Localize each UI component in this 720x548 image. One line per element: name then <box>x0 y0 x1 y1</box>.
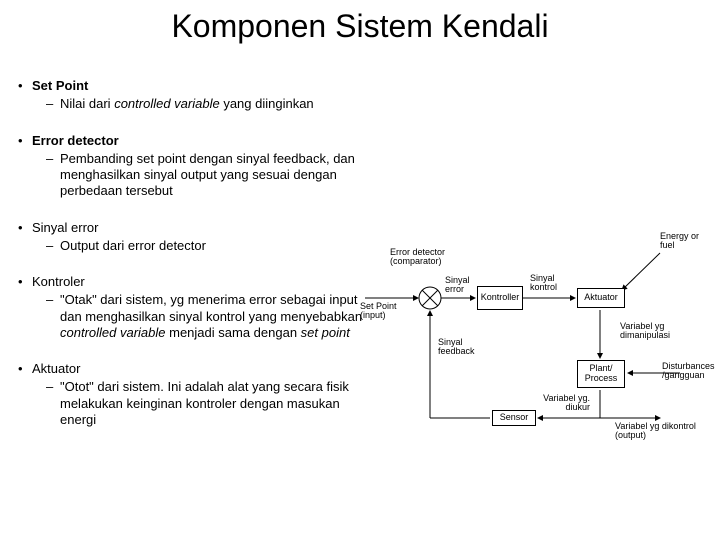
bullet-sinyal-error: • Sinyal error –Output dari error detect… <box>18 220 378 255</box>
box-plant: Plant/ Process <box>577 360 625 388</box>
box-kontroler: Kontroller <box>477 286 523 310</box>
bullet-sub: Pembanding set point dengan sinyal feedb… <box>60 151 378 200</box>
label-var-diukur: Variabel yg. diukur <box>530 394 590 413</box>
bullet-head: Set Point <box>32 78 378 94</box>
control-system-diagram: Error detector (comparator) Set Point (i… <box>360 218 720 448</box>
bullet-kontroler: • Kontroler –"Otak" dari sistem, yg mene… <box>18 274 378 341</box>
label-energy: Energy or fuel <box>660 232 715 251</box>
bullet-sub: "Otak" dari sistem, yg menerima error se… <box>60 292 378 341</box>
page-title: Komponen Sistem Kendali <box>0 8 720 45</box>
label-var-dikontrol: Variabel yg dikontrol (output) <box>615 422 710 441</box>
bullet-head: Kontroler <box>32 274 378 290</box>
box-aktuator: Aktuator <box>577 288 625 308</box>
bullet-set-point: • Set Point –Nilai dari controlled varia… <box>18 78 378 113</box>
bullet-head: Error detector <box>32 133 378 149</box>
label-sinyal-kontrol: Sinyal kontrol <box>530 274 568 293</box>
bullet-aktuator: • Aktuator –"Otot" dari sistem. Ini adal… <box>18 361 378 428</box>
bullet-head: Sinyal error <box>32 220 378 236</box>
label-sinyal-feedback: Sinyal feedback <box>438 338 488 357</box>
bullet-error-detector: • Error detector –Pembanding set point d… <box>18 133 378 200</box>
label-sinyal-error: Sinyal error <box>445 276 480 295</box>
label-var-manip: Variabel yg dimanipulasi <box>620 322 700 341</box>
label-set-point: Set Point (input) <box>360 302 415 321</box>
label-error-detector: Error detector (comparator) <box>390 248 470 267</box>
bullet-head: Aktuator <box>32 361 378 377</box>
label-disturbances: Disturbances /gangguan <box>662 362 720 381</box>
bullet-sub: "Otot" dari sistem. Ini adalah alat yang… <box>60 379 378 428</box>
bullet-list: • Set Point –Nilai dari controlled varia… <box>18 78 378 448</box>
bullet-sub: Nilai dari controlled variable yang diin… <box>60 96 378 112</box>
bullet-sub: Output dari error detector <box>60 238 378 254</box>
